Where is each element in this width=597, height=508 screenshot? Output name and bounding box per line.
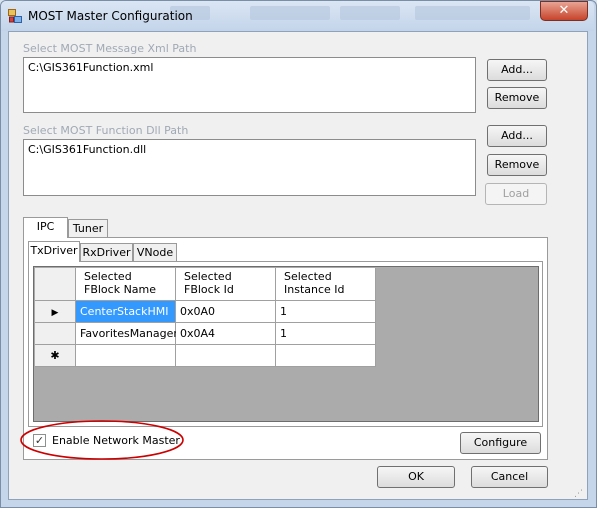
xml-path-item[interactable]: C:\GIS361Function.xml [28, 61, 153, 74]
close-icon: ✕ [558, 3, 570, 18]
xml-remove-button[interactable]: Remove [487, 87, 547, 109]
configure-button[interactable]: Configure [460, 432, 541, 454]
background-ghost-text [340, 6, 400, 20]
grid-cell-fblock-id[interactable]: 0x0A0 [176, 301, 276, 323]
tab-tuner[interactable]: Tuner [68, 219, 108, 238]
load-button[interactable]: Load [485, 183, 547, 205]
annotation-circle [20, 420, 184, 460]
app-window-icon [8, 9, 22, 23]
dll-path-label: Select MOST Function Dll Path [23, 124, 189, 137]
resize-grip[interactable]: ⋰ [574, 488, 586, 500]
xml-path-list[interactable]: C:\GIS361Function.xml [23, 57, 476, 113]
current-row-arrow-icon: ▶ [51, 308, 59, 318]
tab-txdriver[interactable]: TxDriver [28, 241, 80, 262]
grid-cell-instance-id[interactable]: 1 [276, 323, 376, 345]
grid-cell-fblock-id[interactable]: 0x0A4 [176, 323, 276, 345]
row-header-current[interactable]: ▶ [35, 301, 76, 323]
grid-cell-new[interactable] [276, 345, 376, 367]
ok-button[interactable]: OK [377, 466, 455, 488]
column-header-fblock-name[interactable]: Selected FBlock Name [76, 268, 176, 301]
close-button[interactable]: ✕ [540, 1, 588, 21]
new-row-asterisk-icon: ✱ [50, 349, 60, 362]
grid-cell-new[interactable] [76, 345, 176, 367]
window-title: MOST Master Configuration [28, 9, 193, 23]
tab-rxdriver[interactable]: RxDriver [80, 243, 133, 262]
grid-cell-instance-id[interactable]: 1 [276, 301, 376, 323]
grid-cell-new[interactable] [176, 345, 276, 367]
tab-ipc[interactable]: IPC [23, 217, 68, 238]
grid-cell-fblock-name[interactable]: FavoritesManager [76, 323, 178, 345]
grid-corner-header [35, 268, 76, 301]
grid-cell-fblock-name[interactable]: CenterStackHMI [76, 301, 176, 323]
background-ghost-text [415, 6, 530, 20]
tab-vnode[interactable]: VNode [133, 243, 177, 262]
dll-path-item[interactable]: C:\GIS361Function.dll [28, 143, 146, 156]
background-ghost-text [250, 6, 330, 20]
row-header-new[interactable]: ✱ [35, 345, 76, 367]
dll-remove-button[interactable]: Remove [487, 154, 547, 176]
xml-add-button[interactable]: Add... [487, 59, 547, 81]
column-header-instance-id[interactable]: Selected Instance Id [276, 268, 376, 301]
dll-add-button[interactable]: Add... [487, 125, 547, 147]
column-header-fblock-id[interactable]: Selected FBlock Id [176, 268, 276, 301]
xml-path-label: Select MOST Message Xml Path [23, 42, 197, 55]
cancel-button[interactable]: Cancel [471, 466, 548, 488]
row-header[interactable] [35, 323, 76, 345]
dll-path-list[interactable]: C:\GIS361Function.dll [23, 139, 476, 196]
